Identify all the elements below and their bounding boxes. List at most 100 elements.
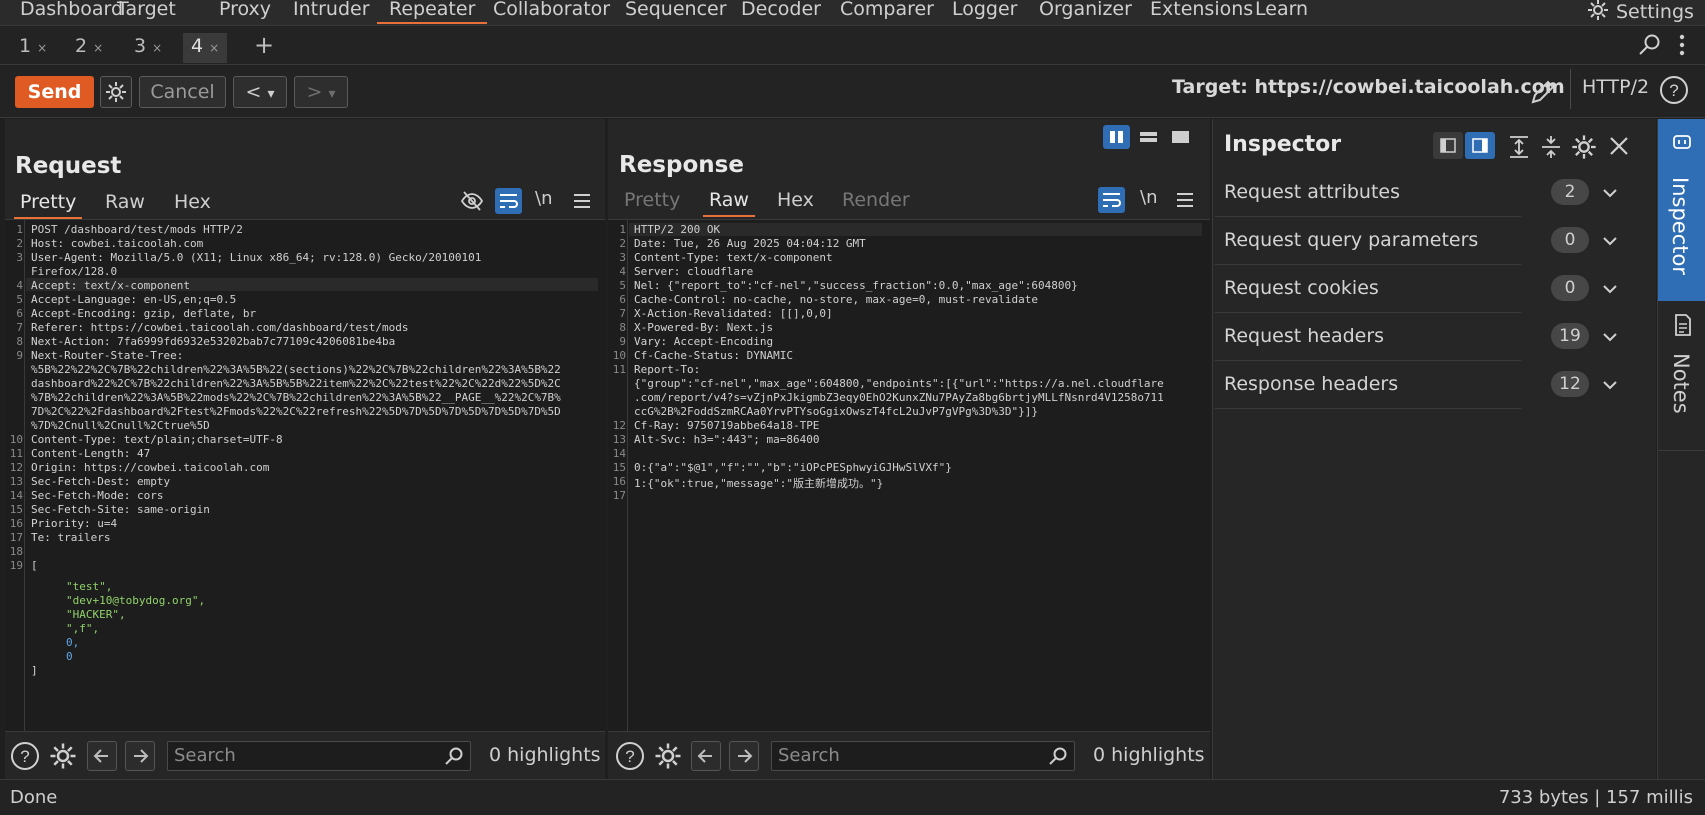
inspector-section-response-headers[interactable]: Response headers 12: [1215, 361, 1617, 409]
gear-icon[interactable]: [48, 741, 78, 771]
code-line: [: [31, 559, 38, 572]
next-match-button[interactable]: [729, 741, 759, 771]
wrap-lines-toggle[interactable]: [1098, 187, 1125, 213]
arrow-left-icon: [93, 749, 108, 763]
menu-icon[interactable]: [572, 191, 592, 211]
inspector-layout-left-button[interactable]: [1433, 132, 1463, 159]
collapse-all-icon[interactable]: [1538, 134, 1564, 160]
nav-dashboard[interactable]: Dashboard: [20, 0, 123, 24]
side-tab-notes[interactable]: Notes: [1658, 301, 1705, 451]
search-icon[interactable]: [1638, 33, 1662, 61]
header-value: cloudflare: [680, 265, 754, 278]
response-editor[interactable]: 1 HTTP/2 200 OK 2 Date: Tue, 26 Aug 2025 04…: [608, 219, 1210, 731]
nav-decoder[interactable]: Decoder: [741, 0, 821, 24]
close-tab-icon[interactable]: ×: [37, 41, 47, 55]
nav-organizer[interactable]: Organizer: [1039, 0, 1132, 24]
tab-render[interactable]: Render: [842, 189, 910, 211]
tab-pretty[interactable]: Pretty: [624, 189, 680, 211]
edit-target-pencil-icon[interactable]: [1527, 76, 1559, 108]
svg-text:?: ?: [1669, 81, 1678, 100]
repeater-tab-4[interactable]: 4 ×: [183, 33, 228, 63]
wrap-lines-toggle[interactable]: [495, 188, 522, 214]
inspector-section-request-cookies[interactable]: Request cookies 0: [1215, 265, 1617, 313]
close-tab-icon[interactable]: ×: [209, 41, 219, 55]
header-value: u=4: [90, 517, 118, 530]
help-icon[interactable]: ?: [10, 741, 40, 771]
count-badge: 19: [1551, 323, 1589, 349]
menu-icon[interactable]: [1175, 190, 1195, 210]
chevron-down-icon[interactable]: [1600, 183, 1620, 203]
close-tab-icon[interactable]: ×: [93, 41, 103, 55]
request-editor[interactable]: 1 POST /dashboard/test/mods HTTP/2 2 Host: …: [5, 219, 605, 731]
inspector-layout-right-button[interactable]: [1465, 132, 1495, 159]
line-number: 6: [16, 307, 23, 320]
header-name: Content-Type:: [31, 433, 118, 446]
line-number: 10: [9, 433, 23, 446]
chevron-down-icon[interactable]: [1600, 279, 1620, 299]
nav-extensions[interactable]: Extensions: [1150, 0, 1253, 24]
close-icon[interactable]: [1607, 134, 1631, 158]
hide-eye-icon[interactable]: [460, 189, 484, 213]
inspector-section-request-headers[interactable]: Request headers 19: [1215, 313, 1617, 361]
layout-stacked-button[interactable]: [1135, 125, 1162, 149]
gear-icon[interactable]: [653, 741, 683, 771]
chevron-down-icon[interactable]: [1600, 375, 1620, 395]
cancel-button[interactable]: Cancel: [139, 76, 226, 108]
send-settings-button[interactable]: [100, 76, 132, 108]
next-match-button[interactable]: [125, 741, 155, 771]
nav-repeater[interactable]: Repeater: [377, 0, 488, 24]
more-options-icon[interactable]: [1678, 32, 1686, 62]
settings-button[interactable]: Settings: [1586, 0, 1694, 24]
help-icon[interactable]: ?: [615, 741, 645, 771]
inspector-section-request-query-parameters[interactable]: Request query parameters 0: [1215, 217, 1617, 265]
header-value: gzip, deflate, br: [136, 307, 257, 320]
repeater-tab-2[interactable]: 2 ×: [67, 33, 111, 63]
tab-raw[interactable]: Raw: [703, 189, 755, 217]
tab-label: 2: [75, 35, 88, 57]
tab-label: 4: [191, 35, 204, 57]
inspector-section-request-attributes[interactable]: Request attributes 2: [1215, 169, 1617, 217]
repeater-tab-3[interactable]: 3 ×: [126, 33, 170, 63]
header-name: Host:: [31, 237, 65, 250]
header-value: [[],0,0]: [773, 307, 833, 320]
search-icon: [445, 747, 463, 765]
nav-intruder[interactable]: Intruder: [293, 0, 370, 24]
chevron-down-icon[interactable]: [1600, 231, 1620, 251]
add-tab-button[interactable]: +: [246, 29, 282, 59]
gear-icon[interactable]: [1570, 133, 1598, 161]
nav-learn[interactable]: Learn: [1255, 0, 1308, 24]
chevron-down-icon[interactable]: [1600, 327, 1620, 347]
show-newlines-toggle[interactable]: \n: [535, 188, 552, 209]
request-search-input[interactable]: Search: [167, 741, 471, 771]
show-newlines-toggle[interactable]: \n: [1140, 187, 1157, 208]
tab-hex[interactable]: Hex: [777, 189, 814, 211]
tab-raw[interactable]: Raw: [105, 191, 145, 213]
help-icon[interactable]: ?: [1659, 75, 1689, 105]
response-search-input[interactable]: Search: [771, 741, 1075, 771]
divider: [1570, 69, 1571, 109]
header-name: Te:: [31, 531, 51, 544]
tab-hex[interactable]: Hex: [174, 191, 211, 213]
layout-tabs-button[interactable]: [1167, 125, 1194, 149]
previous-match-button[interactable]: [87, 741, 117, 771]
nav-sequencer[interactable]: Sequencer: [625, 0, 727, 24]
header-name: Accept-Encoding:: [31, 307, 137, 320]
history-back-button[interactable]: < ▾: [233, 76, 287, 108]
nav-comparer[interactable]: Comparer: [840, 0, 934, 24]
nav-proxy[interactable]: Proxy: [219, 0, 271, 24]
side-tab-inspector[interactable]: Inspector: [1658, 119, 1705, 301]
nav-target[interactable]: Target: [117, 0, 176, 24]
repeater-tab-1[interactable]: 1 ×: [11, 33, 55, 63]
header-value: Next.js: [720, 321, 774, 334]
nav-logger[interactable]: Logger: [952, 0, 1018, 24]
nav-collaborator[interactable]: Collaborator: [493, 0, 610, 24]
previous-match-button[interactable]: [691, 741, 721, 771]
close-tab-icon[interactable]: ×: [152, 41, 162, 55]
history-forward-button[interactable]: > ▾: [294, 76, 348, 108]
protocol-label[interactable]: HTTP/2: [1582, 76, 1649, 98]
tab-pretty[interactable]: Pretty: [14, 191, 83, 219]
json-body-item: 0: [66, 650, 73, 663]
layout-side-by-side-button[interactable]: [1103, 125, 1130, 149]
send-button[interactable]: Send: [15, 76, 94, 108]
expand-all-icon[interactable]: [1506, 134, 1532, 160]
